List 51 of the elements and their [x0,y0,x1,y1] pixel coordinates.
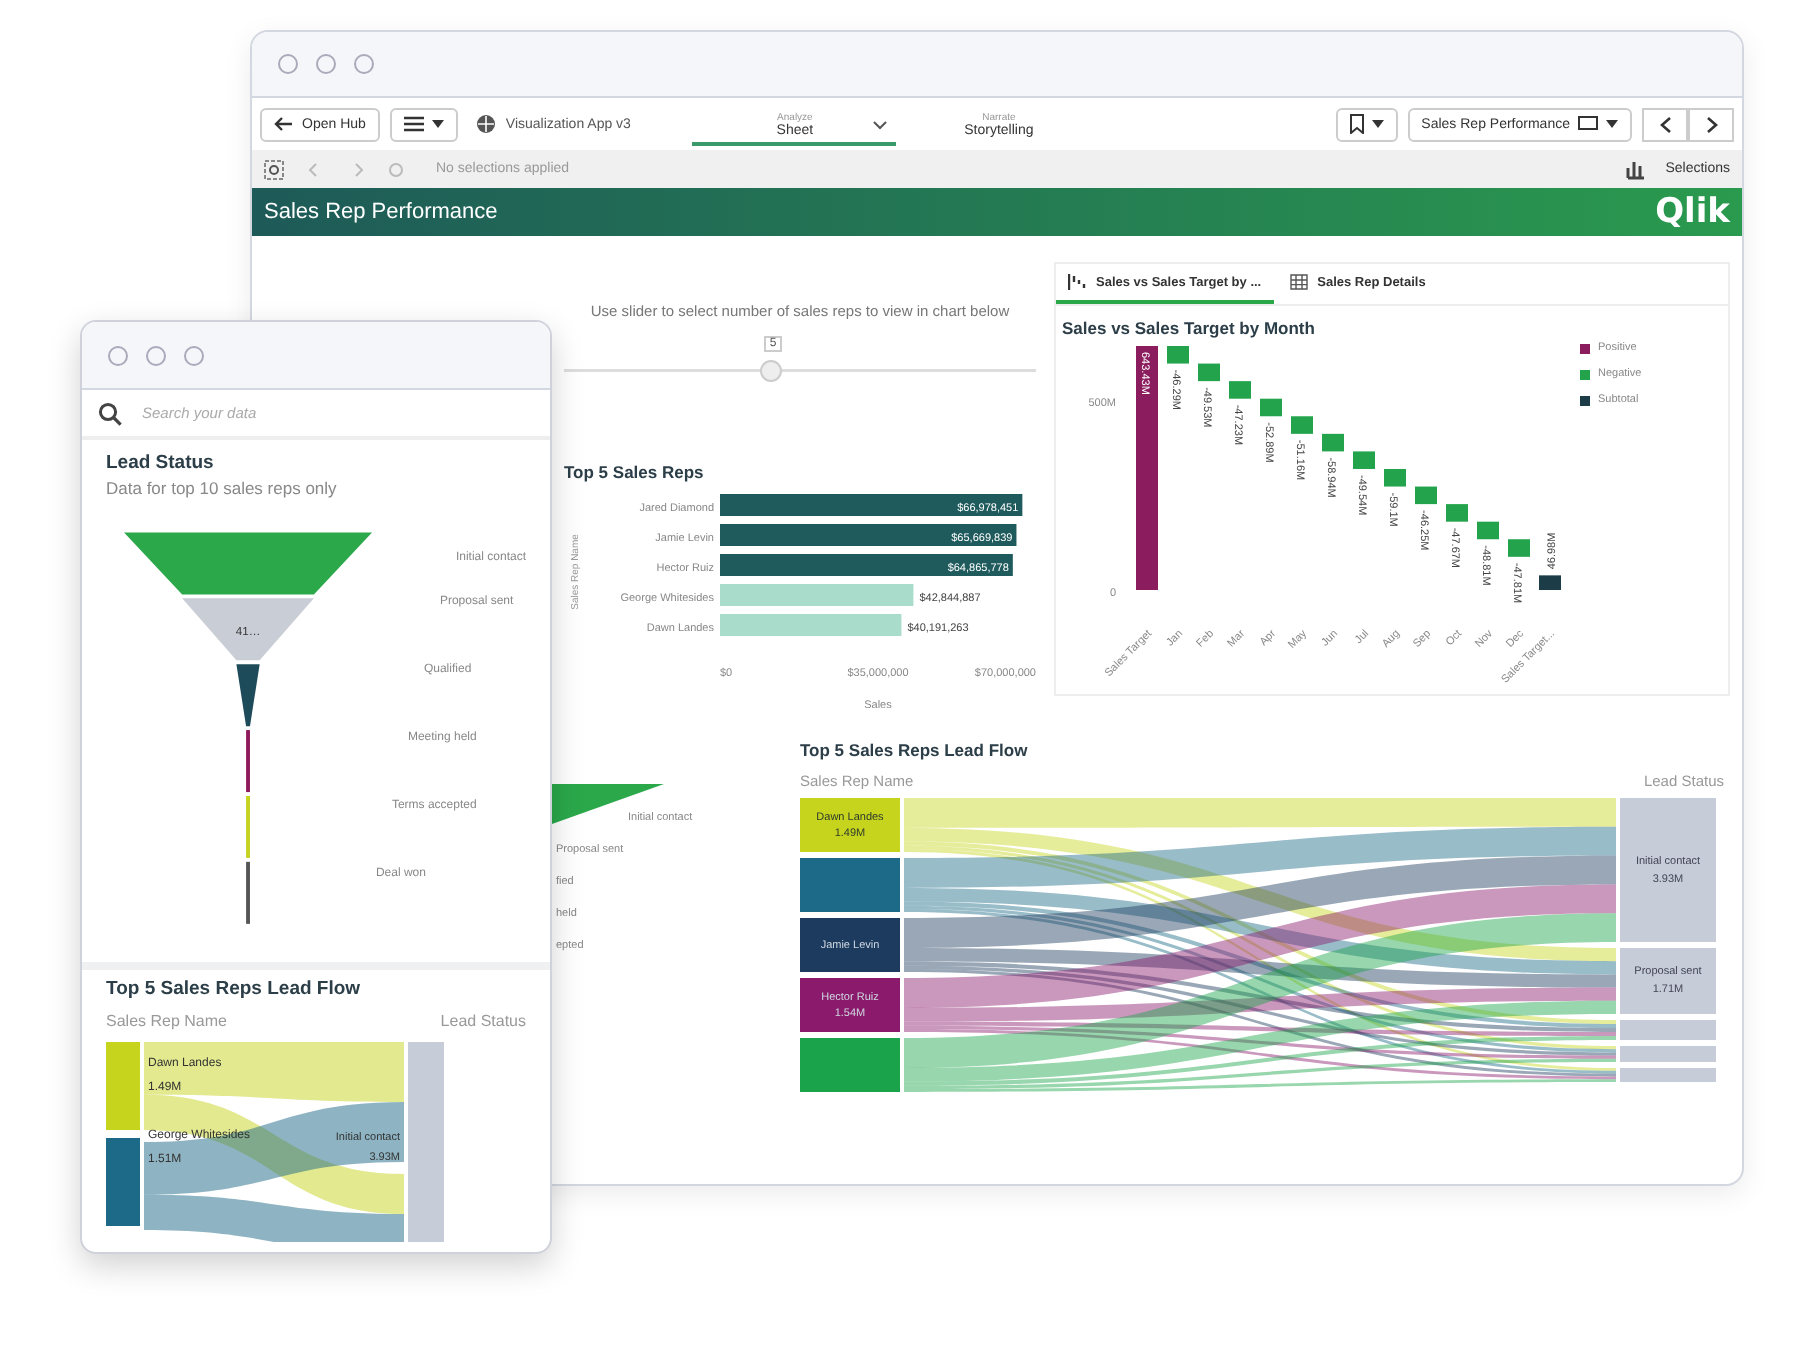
menu-button[interactable] [389,107,458,141]
chart-title: Sales vs Sales Target by Month [1060,316,1317,338]
sheet-icon [1578,116,1598,132]
chevron-down-icon[interactable] [872,120,889,130]
sankey-node[interactable] [408,1042,444,1242]
slider-thumb[interactable] [760,360,783,382]
selections-icon[interactable] [1625,159,1646,179]
bar[interactable] [1322,433,1344,452]
sankey-node[interactable] [106,1138,140,1226]
bar[interactable] [1260,398,1282,417]
chart-title: Lead Status [106,452,216,474]
sankey-node[interactable] [800,1038,900,1092]
bar[interactable] [1539,575,1561,590]
chevron-right-icon [1705,115,1717,133]
waterfall-icon [1068,274,1086,290]
bar[interactable] [1198,363,1220,382]
column-heading: Lead Status [440,1012,526,1030]
previous-sheet-button[interactable] [1642,107,1688,141]
sankey-node[interactable] [1620,1020,1716,1040]
bookmark-icon [1349,114,1364,134]
bar[interactable] [720,554,1013,576]
bar[interactable] [720,524,1017,546]
column-heading: Sales Rep Name [106,1012,227,1030]
bookmark-button[interactable] [1335,107,1398,141]
globe-icon [475,114,496,134]
clear-selections-icon[interactable] [388,161,404,177]
arrow-left-icon [274,116,294,132]
sankey-node[interactable] [106,1042,140,1130]
logo: Qlik [1655,192,1730,232]
chart-title: Top 5 Sales Reps Lead Flow [800,740,1030,760]
bar[interactable] [1415,486,1437,505]
chart-subtitle: Data for top 10 sales reps only [106,478,339,498]
bar[interactable] [1136,346,1158,590]
smart-search-icon[interactable] [264,159,284,179]
bar[interactable] [720,494,1023,516]
sankey-node[interactable] [800,858,900,912]
caret-icon [1606,120,1618,128]
table-icon [1289,274,1308,290]
menu-icon [403,116,424,132]
funnel-segment[interactable] [236,664,260,727]
sankey-node[interactable] [1620,1068,1716,1082]
chevron-left-icon [1659,115,1671,133]
chart-title: Top 5 Sales Reps [564,462,706,482]
bar[interactable] [1477,521,1499,540]
caret-icon [1371,120,1384,128]
next-sheet-button[interactable] [1688,107,1734,141]
caret-icon [431,120,444,128]
sankey-node[interactable] [1620,1046,1716,1062]
sheet-title: Sales Rep Performance [264,200,498,224]
search-icon [98,401,122,425]
chart-title: Top 5 Sales Reps Lead Flow [106,978,363,1000]
